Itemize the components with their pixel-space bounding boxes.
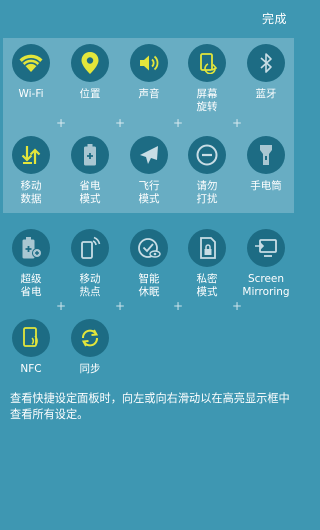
screen-rotation-icon xyxy=(196,52,218,74)
plus-separator: + xyxy=(55,299,67,313)
plus-separator: + xyxy=(55,116,67,130)
ultra-power-saving-icon xyxy=(20,236,42,260)
tile-label: 蓝牙 xyxy=(255,88,277,100)
tile-wifi[interactable]: Wi-Fi xyxy=(2,44,60,101)
mobile-data-icon xyxy=(20,144,42,166)
battery-saver-icon xyxy=(82,143,98,167)
tile-label: 超级 省电 xyxy=(20,273,42,298)
wifi-icon xyxy=(18,52,44,74)
sound-icon xyxy=(138,53,160,73)
tile-label: 手电筒 xyxy=(250,180,282,192)
plus-separator: + xyxy=(231,299,243,313)
plus-separator: + xyxy=(114,299,126,313)
tile-do-not-disturb[interactable]: 请勿 打扰 xyxy=(178,136,236,206)
tile-label: 位置 xyxy=(79,88,101,100)
tile-sync[interactable]: 同步 xyxy=(61,319,119,376)
plus-separator: + xyxy=(231,116,243,130)
tile-label: 同步 xyxy=(79,363,101,375)
sync-icon xyxy=(78,326,102,350)
tile-label: Screen Mirroring xyxy=(242,273,290,298)
tile-flashlight[interactable]: 手电筒 xyxy=(237,136,295,193)
tile-label: 请勿 打扰 xyxy=(196,180,218,205)
flashlight-icon xyxy=(258,143,274,167)
tile-airplane-mode[interactable]: 飞行 模式 xyxy=(120,136,178,206)
tile-label: 屏幕 旋转 xyxy=(196,88,218,113)
airplane-icon xyxy=(137,143,161,167)
tile-label: Wi-Fi xyxy=(18,88,44,100)
tile-location[interactable]: 位置 xyxy=(61,44,119,101)
nfc-icon xyxy=(21,326,41,350)
tile-label: 省电 模式 xyxy=(79,180,101,205)
tile-battery-saver[interactable]: 省电 模式 xyxy=(61,136,119,206)
tile-mobile-hotspot[interactable]: 移动 热点 xyxy=(61,229,119,299)
tile-nfc[interactable]: NFC xyxy=(2,319,60,376)
tile-mobile-data[interactable]: 移动 数据 xyxy=(2,136,60,206)
tile-label: 智能 休眠 xyxy=(138,273,160,298)
bluetooth-icon xyxy=(258,52,274,74)
tile-screen-mirroring[interactable]: Screen Mirroring xyxy=(237,229,295,299)
help-text: 查看快捷设定面板时，向左或向右滑动以在高亮显示框中查看所有设定。 xyxy=(10,392,290,421)
tile-label: 声音 xyxy=(138,88,160,100)
tile-label: NFC xyxy=(20,363,42,375)
tile-screen-rotation[interactable]: 屏幕 旋转 xyxy=(178,44,236,114)
tile-label: 移动 热点 xyxy=(79,273,101,298)
smart-stay-icon xyxy=(137,236,161,260)
do-not-disturb-icon xyxy=(195,143,219,167)
plus-separator: + xyxy=(172,299,184,313)
tile-label: 私密 模式 xyxy=(196,273,218,298)
screen-mirroring-icon xyxy=(254,237,278,259)
mobile-hotspot-icon xyxy=(79,236,101,260)
tile-label: 移动 数据 xyxy=(20,180,42,205)
tile-label: 飞行 模式 xyxy=(138,180,160,205)
plus-separator: + xyxy=(114,116,126,130)
tile-bluetooth[interactable]: 蓝牙 xyxy=(237,44,295,101)
tile-ultra-power-saving[interactable]: 超级 省电 xyxy=(2,229,60,299)
private-mode-icon xyxy=(196,236,218,260)
tile-private-mode[interactable]: 私密 模式 xyxy=(178,229,236,299)
tile-sound[interactable]: 声音 xyxy=(120,44,178,101)
tile-smart-stay[interactable]: 智能 休眠 xyxy=(120,229,178,299)
plus-separator: + xyxy=(172,116,184,130)
done-button[interactable]: 完成 xyxy=(262,10,287,27)
location-pin-icon xyxy=(80,51,100,75)
